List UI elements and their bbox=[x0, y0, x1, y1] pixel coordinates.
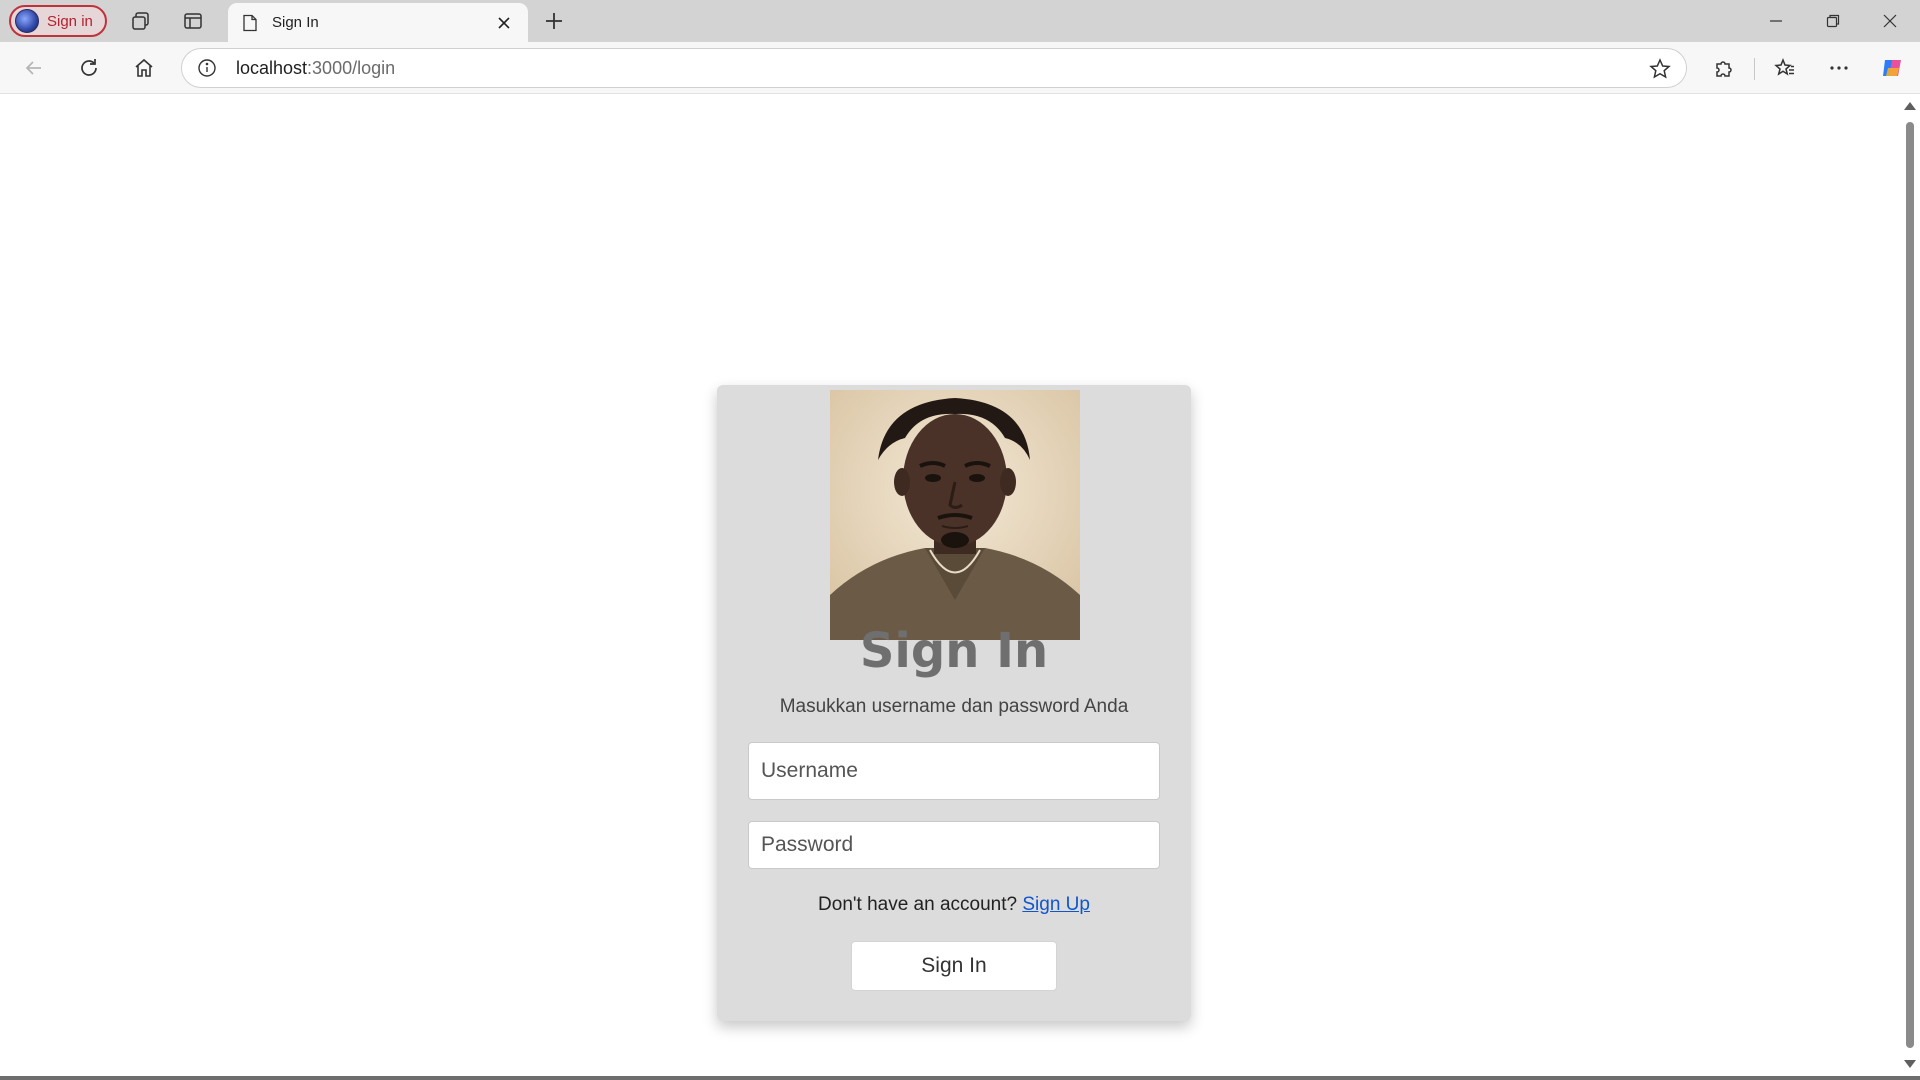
close-icon bbox=[1883, 14, 1897, 28]
minimize-icon bbox=[1770, 20, 1782, 22]
new-tab-button[interactable] bbox=[541, 8, 567, 34]
scroll-up-arrow-icon[interactable] bbox=[1904, 102, 1916, 110]
restore-button[interactable] bbox=[1810, 6, 1856, 36]
page-viewport: Sign In Masukkan username dan password A… bbox=[4, 94, 1900, 1076]
puzzle-icon bbox=[1716, 61, 1732, 77]
close-window-button[interactable] bbox=[1867, 6, 1913, 36]
scroll-down-arrow-icon[interactable] bbox=[1904, 1060, 1916, 1068]
home-icon bbox=[135, 58, 153, 77]
scrollbar-thumb[interactable] bbox=[1906, 122, 1914, 1048]
profile-button[interactable]: Sign in bbox=[9, 5, 107, 37]
copilot-icon bbox=[1883, 60, 1901, 76]
restore-icon bbox=[1826, 14, 1840, 28]
site-info-icon[interactable] bbox=[196, 57, 218, 79]
favorite-star-icon[interactable] bbox=[1648, 57, 1672, 81]
minimize-button[interactable] bbox=[1753, 6, 1799, 36]
plus-icon bbox=[546, 13, 562, 29]
sign-up-link[interactable]: Sign Up bbox=[1022, 894, 1090, 915]
login-subtitle: Masukkan username dan password Anda bbox=[779, 696, 1129, 717]
more-icon bbox=[1830, 66, 1848, 70]
reload-button[interactable] bbox=[73, 52, 105, 84]
extensions-button[interactable] bbox=[1708, 52, 1740, 84]
back-button[interactable] bbox=[18, 52, 50, 84]
page-icon bbox=[243, 14, 257, 31]
copilot-button[interactable] bbox=[1877, 52, 1909, 84]
page-scrollbar[interactable] bbox=[1900, 94, 1920, 1076]
settings-menu-button[interactable] bbox=[1823, 52, 1855, 84]
address-bar[interactable]: localhost:3000/login bbox=[181, 48, 1687, 88]
back-arrow-icon bbox=[25, 61, 41, 75]
signup-prompt-row: Don't have an account? Sign Up bbox=[717, 894, 1191, 916]
favorites-button[interactable] bbox=[1769, 52, 1801, 84]
home-button[interactable] bbox=[128, 52, 160, 84]
tab-title: Sign In bbox=[272, 14, 319, 31]
url-host: localhost bbox=[236, 57, 308, 78]
profile-portrait-image bbox=[830, 390, 1080, 640]
favorites-list-icon bbox=[1774, 57, 1794, 76]
toolbar-divider bbox=[1754, 58, 1755, 80]
signup-prompt-text: Don't have an account? bbox=[818, 894, 1018, 915]
window-bottom-border bbox=[0, 1076, 1920, 1080]
close-tab-icon[interactable] bbox=[494, 13, 514, 33]
reload-icon bbox=[81, 59, 97, 76]
browser-toolbar: localhost:3000/login bbox=[0, 42, 1920, 94]
tab-actions-icon[interactable] bbox=[180, 8, 206, 34]
sign-in-button[interactable]: Sign In bbox=[851, 941, 1057, 991]
login-card: Sign In Masukkan username dan password A… bbox=[717, 385, 1191, 1021]
profile-label: Sign in bbox=[47, 12, 93, 30]
username-input[interactable] bbox=[748, 742, 1160, 800]
workspaces-icon[interactable] bbox=[128, 8, 154, 34]
tab-strip: Sign in Sign In bbox=[0, 0, 1920, 42]
tab-sign-in[interactable]: Sign In bbox=[228, 3, 528, 42]
page-title: Sign In bbox=[859, 623, 1049, 679]
password-input[interactable] bbox=[748, 821, 1160, 869]
url-path: :3000/login bbox=[307, 57, 396, 78]
profile-avatar bbox=[15, 9, 39, 33]
